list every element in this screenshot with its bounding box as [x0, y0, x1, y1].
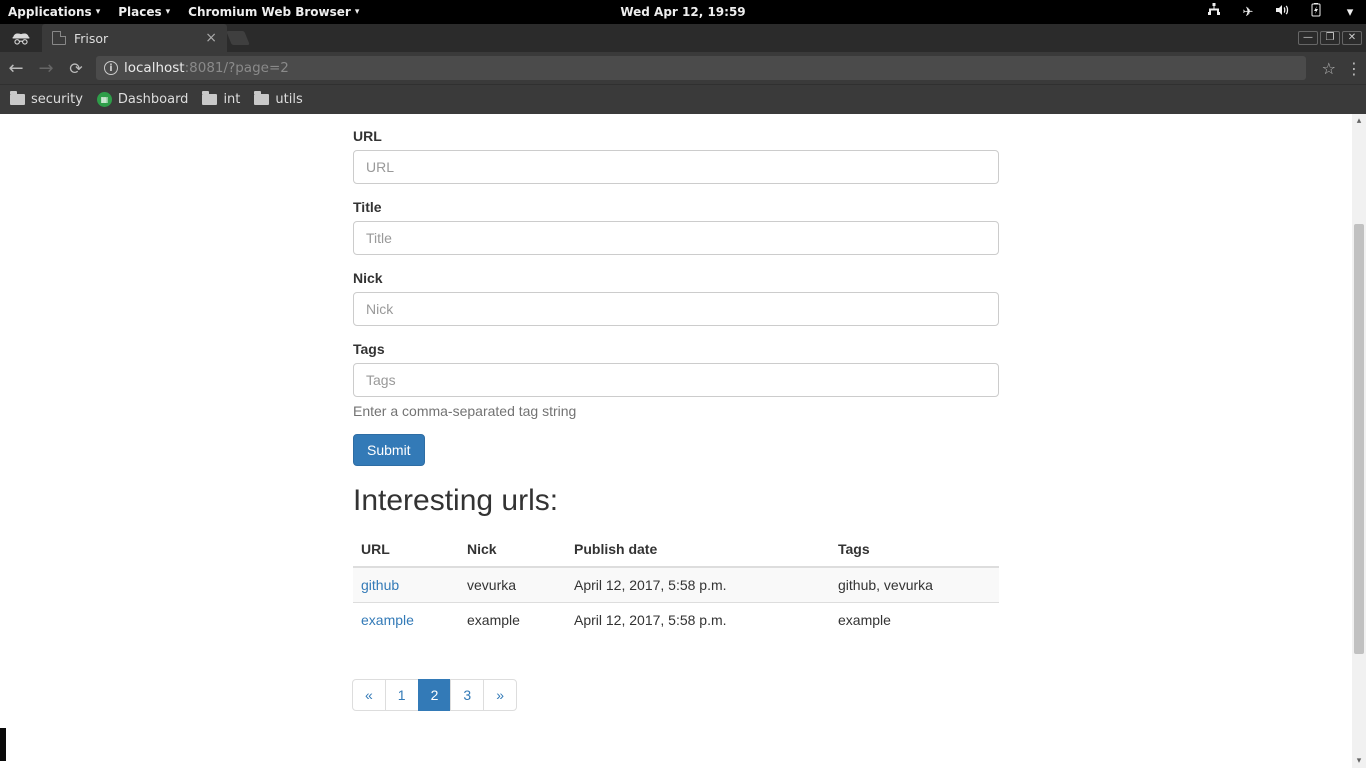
places-menu[interactable]: Places ▾ — [118, 5, 170, 19]
table-row: example example April 12, 2017, 5:58 p.m… — [353, 603, 999, 638]
scrollbar-thumb[interactable] — [1354, 224, 1364, 654]
row-url-link[interactable]: example — [361, 612, 414, 628]
tags-input[interactable] — [353, 363, 999, 397]
row-tags: example — [830, 603, 999, 638]
bookmark-security[interactable]: security — [10, 92, 83, 107]
system-menu[interactable]: ▾ — [1342, 5, 1358, 20]
browser-chrome: Frisor × — ❐ ✕ ← → ⟳ i localhost:8081/?p… — [0, 24, 1366, 114]
page-1[interactable]: 1 — [385, 679, 419, 711]
row-nick: vevurka — [459, 567, 566, 603]
new-tab-button[interactable] — [227, 24, 249, 52]
bookmark-utils[interactable]: utils — [254, 92, 302, 107]
tab-title: Frisor — [74, 31, 108, 46]
page-next[interactable]: » — [483, 679, 517, 711]
back-button[interactable]: ← — [6, 58, 26, 79]
url-host: localhost — [124, 60, 185, 76]
address-bar[interactable]: i localhost:8081/?page=2 — [96, 56, 1306, 80]
browser-tab[interactable]: Frisor × — [42, 24, 227, 52]
row-date: April 12, 2017, 5:58 p.m. — [566, 603, 830, 638]
page-3[interactable]: 3 — [450, 679, 484, 711]
page-prev[interactable]: « — [352, 679, 386, 711]
app-menu[interactable]: Chromium Web Browser ▾ — [188, 5, 359, 19]
url-input[interactable] — [353, 150, 999, 184]
network-icon[interactable] — [1206, 3, 1222, 21]
pagination: « 1 2 3 » — [353, 679, 999, 711]
browser-menu-icon[interactable]: ⋮ — [1346, 59, 1360, 78]
volume-icon[interactable] — [1274, 3, 1290, 21]
col-date: Publish date — [566, 532, 830, 567]
urls-table: URL Nick Publish date Tags github vevurk… — [353, 532, 999, 637]
scroll-down-icon[interactable]: ▾ — [1352, 754, 1366, 768]
col-url: URL — [353, 532, 459, 567]
clock[interactable]: Wed Apr 12, 19:59 — [620, 5, 745, 19]
tags-label: Tags — [353, 341, 999, 357]
tab-strip: Frisor × — ❐ ✕ — [0, 24, 1366, 52]
taskbar-edge — [0, 728, 6, 761]
page-icon — [52, 31, 66, 45]
window-minimize[interactable]: — — [1298, 31, 1318, 45]
url-rest: :8081/?page=2 — [185, 60, 289, 76]
bookmarks-bar: security ▦Dashboard int utils — [0, 84, 1366, 114]
table-row: github vevurka April 12, 2017, 5:58 p.m.… — [353, 567, 999, 603]
table-header-row: URL Nick Publish date Tags — [353, 532, 999, 567]
submit-button[interactable]: Submit — [353, 434, 425, 466]
scroll-up-icon[interactable]: ▴ — [1352, 114, 1366, 128]
gnome-top-bar: Applications ▾ Places ▾ Chromium Web Bro… — [0, 0, 1366, 24]
title-label: Title — [353, 199, 999, 215]
page-2[interactable]: 2 — [418, 679, 452, 711]
row-url-link[interactable]: github — [361, 577, 399, 593]
tags-help: Enter a comma-separated tag string — [353, 403, 999, 419]
row-date: April 12, 2017, 5:58 p.m. — [566, 567, 830, 603]
bookmark-dashboard[interactable]: ▦Dashboard — [97, 92, 189, 107]
col-nick: Nick — [459, 532, 566, 567]
title-input[interactable] — [353, 221, 999, 255]
toolbar: ← → ⟳ i localhost:8081/?page=2 ☆ ⋮ — [0, 52, 1366, 84]
nick-label: Nick — [353, 270, 999, 286]
bookmark-star-icon[interactable]: ☆ — [1322, 59, 1336, 78]
folder-icon — [10, 94, 25, 105]
window-close[interactable]: ✕ — [1342, 31, 1362, 45]
tab-close-icon[interactable]: × — [205, 31, 217, 45]
bookmark-int[interactable]: int — [202, 92, 240, 107]
folder-icon — [254, 94, 269, 105]
folder-icon — [202, 94, 217, 105]
col-tags: Tags — [830, 532, 999, 567]
nick-input[interactable] — [353, 292, 999, 326]
url-label: URL — [353, 128, 999, 144]
row-nick: example — [459, 603, 566, 638]
window-maximize[interactable]: ❐ — [1320, 31, 1340, 45]
applications-menu[interactable]: Applications ▾ — [8, 5, 100, 19]
incognito-icon — [0, 24, 42, 52]
dashboard-icon: ▦ — [97, 92, 112, 107]
battery-icon[interactable] — [1308, 3, 1324, 21]
scrollbar-track[interactable]: ▴ ▾ — [1352, 114, 1366, 768]
site-info-icon[interactable]: i — [104, 61, 118, 75]
section-title: Interesting urls: — [353, 484, 999, 518]
reload-button[interactable]: ⟳ — [66, 59, 86, 78]
viewport: URL Title Nick Tags Enter a comma-separa… — [0, 114, 1366, 768]
airplane-icon[interactable]: ✈ — [1240, 5, 1256, 20]
forward-button[interactable]: → — [36, 58, 56, 79]
row-tags: github, vevurka — [830, 567, 999, 603]
